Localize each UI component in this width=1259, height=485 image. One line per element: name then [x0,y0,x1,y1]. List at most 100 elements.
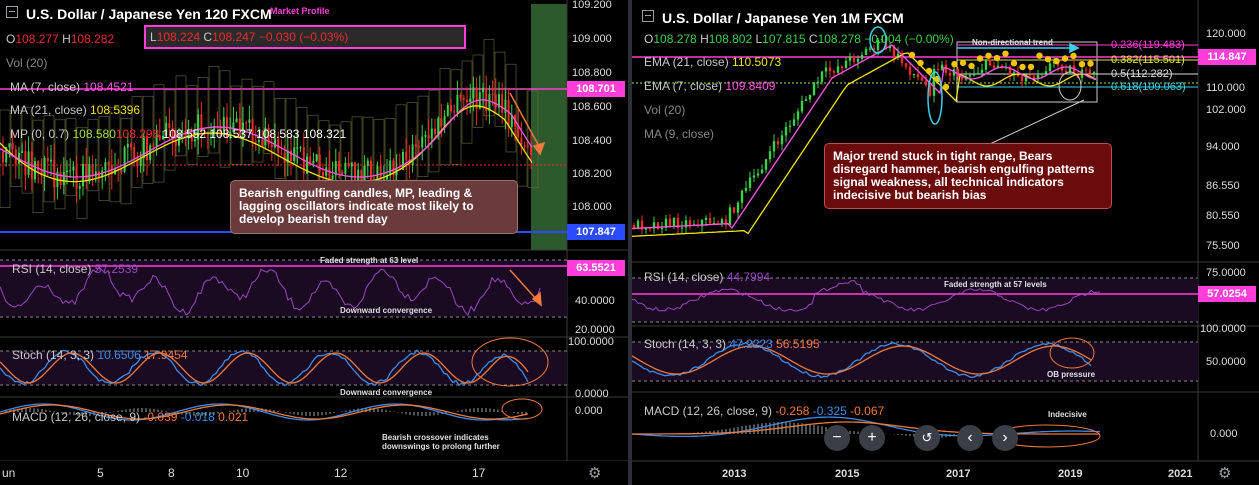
macd-annotation: Bearish crossover indicates downswings t… [382,433,500,451]
candle-body [248,119,251,123]
candle-body [980,69,984,73]
scroll-left-button[interactable]: ‹ [957,425,983,451]
non-directional-label: Non-directional trend [972,38,1053,47]
right-chart-panel[interactable]: U.S. Dollar / Japanese Yen 1M FXCM O108.… [632,0,1259,485]
candle-body [296,147,299,149]
collapse-icon[interactable] [6,6,18,18]
candle-body [680,227,684,229]
candle-body [482,87,484,93]
candle-body [69,170,72,172]
zoom-out-button[interactable]: − [824,425,850,451]
profile-box [417,95,429,177]
pattern-dot [1002,50,1009,57]
right-chart-title: U.S. Dollar / Japanese Yen 1M FXCM [642,10,904,26]
ema21-legend: EMA (21, close) 110.5073 [644,55,782,69]
gear-icon[interactable]: ⚙ [1218,464,1231,482]
rsi-annotation-top: Faded strength at 63 level [320,256,419,265]
candle-body [328,167,331,180]
ema7-legend: EMA (7, close) 109.8409 [644,79,776,93]
candle-body [437,118,440,134]
pattern-dot [951,60,958,68]
rsi-axis-label: 40.0000 [575,295,615,307]
candle-body [88,164,91,182]
candle-body [772,141,776,152]
pattern-dot [1019,63,1026,71]
candle-body [11,143,14,150]
scroll-right-button[interactable]: › [992,425,1018,451]
candle-body [808,94,812,100]
candle-body [904,63,908,67]
candle-body [1088,69,1092,74]
candle-body [62,172,65,186]
candle-body [968,75,972,77]
left-chart-panel[interactable]: U.S. Dollar / Japanese Yen 120 FXCM Mark… [0,0,628,485]
candle-body [660,227,664,230]
candle-body [312,160,315,164]
candle-body [440,118,443,127]
candle-body [656,222,660,230]
candle-body [924,80,928,86]
candle-body [1040,73,1044,75]
rsi-tag: 63.5521 [567,260,625,276]
pattern-dot [917,59,924,67]
candle-body [254,141,257,143]
candle-body [844,60,848,69]
pattern-dot [908,51,916,59]
candle-body [940,64,944,70]
candle-body [462,97,465,100]
candle-body [43,157,46,176]
price-axis-label: 110.000 [1206,82,1245,94]
zoom-in-button[interactable]: + [859,425,885,451]
gear-icon[interactable]: ⚙ [588,464,601,482]
profile-box [219,70,231,168]
pattern-dot [985,52,992,59]
time-axis-label: 12 [334,466,348,480]
engulfing-ellipse [1058,71,1082,101]
collapse-icon[interactable] [642,10,654,22]
candle-body [1092,71,1096,74]
candle-body [344,162,347,175]
stoch-axis-label: 100.0000 [1200,323,1246,335]
candle-body [728,207,732,225]
candle-body [920,77,924,81]
candle-body [133,147,136,159]
macd-highlight-ellipse [501,398,543,420]
pattern-dot [1087,60,1094,67]
pattern-dot [1036,52,1043,59]
candle-body [59,171,62,186]
price-axis-label: 86.550 [1206,180,1240,192]
candle-body [736,202,740,213]
candle-body [784,126,788,136]
candle-body [760,169,764,174]
profile-box [450,69,462,165]
candle-body [988,59,992,66]
candle-body [916,73,920,78]
candle-body [78,186,81,189]
fib-label: 0.236(119.483) [1111,39,1185,51]
candle-body [832,71,836,73]
reset-button[interactable]: ↺ [914,425,940,451]
candle-body [708,217,712,224]
candle-body [648,228,652,230]
candle-body [245,122,248,124]
stoch-legend: Stoch (14, 3, 3) 47.2223 56.5195 [644,337,820,351]
rsi-legend: RSI (14, close) 57.2539 [12,262,139,276]
candle-body [270,144,273,148]
candle-body [424,134,427,137]
pattern-dot [1044,56,1052,63]
candle-body [8,143,11,148]
candle-body [299,147,302,149]
candle-body [46,157,49,162]
candle-body [764,159,768,170]
left-ohlc: O108.277 H108.282 [6,32,115,46]
candle-body [107,162,110,165]
candle-body [824,67,828,72]
candle-body [315,154,318,161]
candle-body [748,177,752,188]
candle-body [325,167,328,176]
candle-body [804,99,808,101]
candle-body [350,162,353,167]
candle-body [984,59,988,70]
candle-body [908,66,912,75]
macd-legend: MACD (12, 26, close, 9) -0.258 -0.325 -0… [644,404,885,418]
